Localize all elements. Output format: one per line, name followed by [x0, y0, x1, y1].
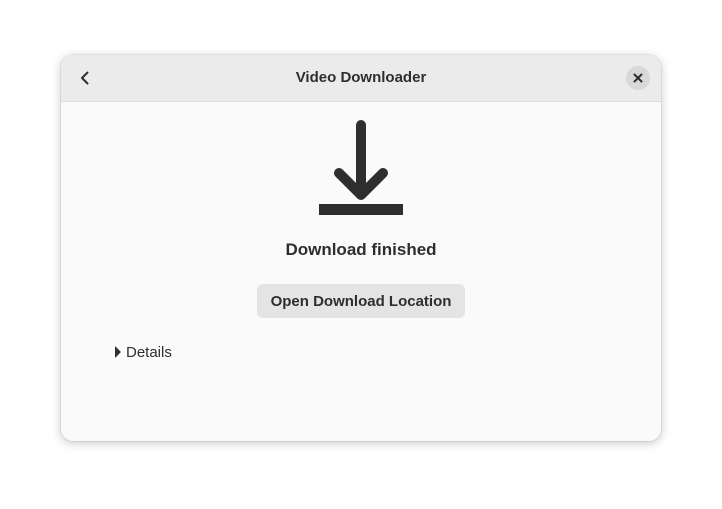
close-button[interactable] [626, 66, 650, 90]
window-title: Video Downloader [295, 69, 427, 86]
open-download-location-label: Open Download Location [270, 292, 452, 310]
details-label: Details [126, 343, 172, 361]
close-icon [633, 73, 643, 83]
main-content: Download finished Open Download Location… [61, 102, 661, 441]
app-window: Video Downloader Download finished Open … [61, 55, 661, 441]
expander-arrow-icon [115, 346, 121, 358]
open-download-location-button[interactable]: Open Download Location [257, 284, 465, 318]
details-expander[interactable]: Details [113, 342, 172, 362]
headerbar: Video Downloader [61, 55, 661, 102]
status-text: Download finished [285, 240, 437, 259]
download-icon [319, 120, 403, 215]
